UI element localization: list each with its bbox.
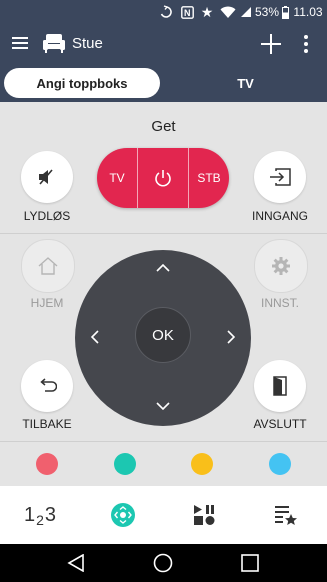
- exit-door-icon: [273, 376, 287, 396]
- home-icon: [38, 257, 58, 275]
- settings-label: INNST.: [260, 296, 299, 310]
- divider: [0, 233, 327, 234]
- settings-button[interactable]: [254, 239, 308, 293]
- tv-power-button[interactable]: TV: [97, 148, 137, 208]
- numpad-label: 123: [23, 503, 58, 528]
- power-button-group: TV STB: [97, 148, 229, 208]
- media-tab[interactable]: [163, 486, 244, 544]
- nav-back-icon[interactable]: [67, 553, 85, 577]
- exit-label: AVSLUTT: [253, 417, 307, 431]
- sofa-icon: [42, 33, 66, 53]
- remote-tab[interactable]: [82, 486, 163, 544]
- nfc-icon: N: [179, 4, 195, 20]
- app-bar: Stue: [0, 24, 327, 64]
- back-icon: [40, 378, 57, 392]
- input-icon: [270, 168, 291, 186]
- stb-power-button[interactable]: STB: [189, 148, 229, 208]
- remote-panel: Get LYDLØS TV STB INNGANG HJEM INNST. OK…: [0, 102, 327, 486]
- mute-label: LYDLØS: [23, 209, 71, 223]
- tab-tv[interactable]: TV: [168, 68, 323, 98]
- system-nav-bar: [0, 544, 327, 582]
- nav-recents-icon[interactable]: [241, 554, 259, 577]
- tab-bar: Angi toppboks TV: [0, 64, 327, 102]
- media-controls-icon: [193, 505, 214, 525]
- green-color-button[interactable]: [114, 453, 136, 475]
- battery-percent: 53%: [254, 5, 280, 19]
- sync-icon: [158, 4, 174, 20]
- gear-icon: [272, 257, 290, 275]
- dpad-left-button[interactable]: [85, 327, 105, 347]
- signal-icon: [239, 4, 253, 20]
- back-label: TILBAKE: [22, 417, 72, 431]
- input-button[interactable]: [254, 151, 306, 203]
- tab-set-top-box[interactable]: Angi toppboks: [4, 68, 160, 98]
- dpad-down-button[interactable]: [153, 396, 173, 416]
- dpad: OK: [75, 250, 251, 426]
- power-icon: [155, 170, 171, 187]
- chevron-up-icon: [156, 264, 170, 272]
- home-label: HJEM: [30, 296, 64, 310]
- mute-icon: [39, 169, 53, 185]
- svg-text:N: N: [184, 8, 191, 18]
- section-title: Get: [151, 118, 176, 135]
- red-color-button[interactable]: [36, 453, 58, 475]
- nav-home-icon[interactable]: [153, 553, 173, 578]
- home-button[interactable]: [21, 239, 75, 293]
- input-label: INNGANG: [251, 209, 308, 223]
- star-icon: ★: [200, 3, 214, 20]
- chevron-right-icon: [227, 330, 235, 344]
- add-icon[interactable]: [260, 33, 282, 55]
- favorites-icon: [274, 506, 297, 525]
- remote-icon: [110, 503, 135, 527]
- yellow-color-button[interactable]: [191, 453, 213, 475]
- blue-color-button[interactable]: [269, 453, 291, 475]
- power-button[interactable]: [138, 148, 188, 208]
- clock: 11.03: [293, 5, 323, 19]
- dpad-up-button[interactable]: [153, 258, 173, 278]
- chevron-down-icon: [156, 402, 170, 410]
- dpad-right-button[interactable]: [221, 327, 241, 347]
- chevron-left-icon: [91, 330, 99, 344]
- wifi-icon: [219, 4, 237, 20]
- favorites-tab[interactable]: [245, 486, 326, 544]
- numpad-tab[interactable]: 123: [0, 486, 81, 544]
- mute-button[interactable]: [21, 151, 73, 203]
- more-options-icon[interactable]: [302, 34, 310, 54]
- room-title: Stue: [72, 35, 103, 52]
- ok-button[interactable]: OK: [135, 307, 191, 363]
- back-button[interactable]: [21, 360, 73, 412]
- menu-icon[interactable]: [12, 36, 28, 50]
- exit-button[interactable]: [254, 360, 306, 412]
- bottom-nav: 123: [0, 486, 327, 544]
- divider: [0, 441, 327, 442]
- status-bar: N ★ 53% 11.03: [0, 0, 327, 24]
- battery-icon: [281, 4, 289, 20]
